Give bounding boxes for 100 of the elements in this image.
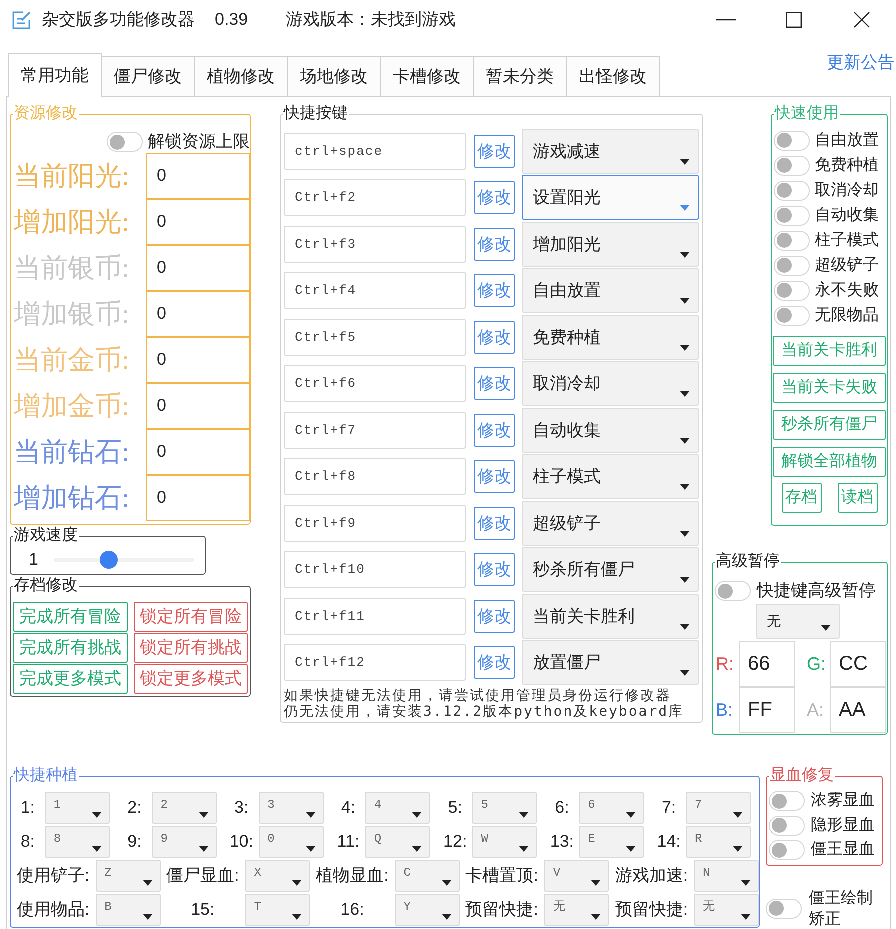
hotkey-field[interactable]: Ctrl+f12: [284, 644, 466, 682]
modify-button[interactable]: 修改: [474, 181, 515, 214]
dropdown[interactable]: 2: [152, 792, 217, 824]
dropdown[interactable]: Y: [394, 894, 460, 926]
hotkey-field[interactable]: Ctrl+f3: [284, 226, 466, 263]
hotkey-field[interactable]: Ctrl+f2: [284, 179, 466, 216]
dropdown[interactable]: 柱子模式: [522, 454, 699, 500]
modify-button[interactable]: 修改: [474, 320, 515, 354]
dropdown[interactable]: 自由放置: [522, 268, 699, 314]
dropdown[interactable]: V: [544, 860, 610, 892]
toggle-switch[interactable]: [774, 180, 810, 200]
dropdown[interactable]: W: [472, 826, 538, 858]
dropdown[interactable]: B: [96, 894, 161, 926]
number-field[interactable]: 0: [146, 429, 250, 475]
modify-button[interactable]: 修改: [474, 506, 515, 540]
dropdown[interactable]: 9: [152, 826, 217, 858]
dropdown[interactable]: 4: [365, 792, 430, 824]
dropdown[interactable]: 7: [686, 792, 751, 824]
dropdown[interactable]: 3: [258, 792, 324, 824]
dropdown[interactable]: 免费种植: [522, 314, 699, 360]
dropdown[interactable]: E: [579, 826, 644, 858]
tab[interactable]: 出怪修改: [566, 56, 660, 96]
action-button[interactable]: 完成更多模式: [13, 664, 128, 694]
dropdown[interactable]: 1: [44, 792, 110, 824]
dropdown[interactable]: 无: [694, 894, 759, 926]
action-button[interactable]: 解锁全部植物: [773, 447, 886, 477]
dropdown[interactable]: 0: [258, 826, 324, 858]
hotkey-field[interactable]: Ctrl+f9: [284, 504, 466, 542]
dropdown[interactable]: 自动收集: [522, 408, 699, 453]
action-button[interactable]: 秒杀所有僵尸: [773, 410, 886, 440]
hotkey-field[interactable]: Ctrl+f8: [284, 458, 466, 496]
dropdown[interactable]: 无: [756, 604, 840, 639]
toggle-switch[interactable]: [774, 230, 810, 250]
toggle-switch[interactable]: [774, 306, 810, 326]
hotkey-field[interactable]: Ctrl+f11: [284, 598, 466, 635]
minimize-icon[interactable]: [716, 19, 736, 21]
modify-button[interactable]: 修改: [474, 367, 515, 400]
dropdown[interactable]: 当前关卡胜利: [522, 594, 699, 639]
dropdown[interactable]: 5: [472, 792, 538, 824]
toggle-switch[interactable]: [107, 132, 143, 152]
dropdown[interactable]: Z: [96, 860, 161, 892]
dropdown[interactable]: R: [686, 826, 751, 858]
number-field[interactable]: 0: [146, 291, 250, 337]
slider-thumb[interactable]: [100, 550, 118, 568]
close-icon[interactable]: [854, 12, 870, 28]
toggle-switch[interactable]: [715, 581, 751, 601]
number-field[interactable]: 0: [146, 475, 250, 521]
action-button[interactable]: 当前关卡失败: [773, 373, 886, 403]
color-value-field[interactable]: FF: [739, 687, 795, 733]
dropdown[interactable]: Q: [365, 826, 430, 858]
dropdown[interactable]: T: [245, 894, 310, 926]
modify-button[interactable]: 修改: [474, 600, 515, 633]
dropdown[interactable]: 游戏减速: [522, 128, 699, 174]
toggle-switch[interactable]: [774, 256, 810, 276]
action-button[interactable]: 锁定所有挑战: [134, 633, 248, 663]
toggle-switch[interactable]: [769, 816, 805, 836]
dropdown[interactable]: N: [694, 860, 759, 892]
dropdown[interactable]: 8: [44, 826, 110, 858]
dropdown[interactable]: C: [394, 860, 460, 892]
hotkey-field[interactable]: Ctrl+f6: [284, 365, 466, 402]
dropdown[interactable]: 设置阳光: [522, 175, 699, 220]
color-value-field[interactable]: 66: [739, 641, 795, 687]
hotkey-field[interactable]: Ctrl+f5: [284, 318, 466, 356]
tab[interactable]: 常用功能: [8, 53, 102, 97]
dropdown[interactable]: 6: [579, 792, 644, 824]
number-field[interactable]: 0: [146, 199, 250, 245]
action-button[interactable]: 完成所有挑战: [13, 633, 128, 663]
dropdown[interactable]: 取消冷却: [522, 361, 699, 406]
action-button[interactable]: 锁定更多模式: [134, 664, 248, 694]
slider-track[interactable]: [54, 550, 194, 568]
action-button[interactable]: 读档: [838, 483, 878, 513]
dropdown[interactable]: 超级铲子: [522, 500, 699, 546]
dropdown[interactable]: 秒杀所有僵尸: [522, 547, 699, 592]
toggle-switch[interactable]: [769, 791, 805, 812]
number-field[interactable]: 0: [146, 245, 250, 291]
action-button[interactable]: 当前关卡胜利: [773, 336, 886, 366]
modify-button[interactable]: 修改: [474, 274, 515, 308]
toggle-switch[interactable]: [774, 280, 810, 300]
dropdown[interactable]: X: [245, 860, 310, 892]
toggle-switch[interactable]: [774, 206, 810, 226]
dropdown[interactable]: 放置僵尸: [522, 640, 699, 686]
modify-button[interactable]: 修改: [474, 134, 515, 168]
color-value-field[interactable]: CC: [830, 641, 886, 687]
modify-button[interactable]: 修改: [474, 460, 515, 494]
hotkey-field[interactable]: Ctrl+f4: [284, 272, 466, 310]
toggle-switch[interactable]: [766, 898, 802, 918]
number-field[interactable]: 0: [146, 153, 250, 199]
dropdown[interactable]: 无: [544, 894, 610, 926]
number-field[interactable]: 0: [146, 337, 250, 383]
toggle-switch[interactable]: [774, 156, 810, 176]
modify-button[interactable]: 修改: [474, 228, 515, 261]
hotkey-field[interactable]: Ctrl+f7: [284, 412, 466, 449]
number-field[interactable]: 0: [146, 383, 250, 429]
dropdown[interactable]: 增加阳光: [522, 222, 699, 267]
modify-button[interactable]: 修改: [474, 553, 515, 586]
action-button[interactable]: 锁定所有冒险: [134, 602, 248, 632]
modify-button[interactable]: 修改: [474, 414, 515, 447]
modify-button[interactable]: 修改: [474, 646, 515, 680]
action-button[interactable]: 存档: [782, 483, 822, 513]
hotkey-field[interactable]: Ctrl+f10: [284, 551, 466, 588]
